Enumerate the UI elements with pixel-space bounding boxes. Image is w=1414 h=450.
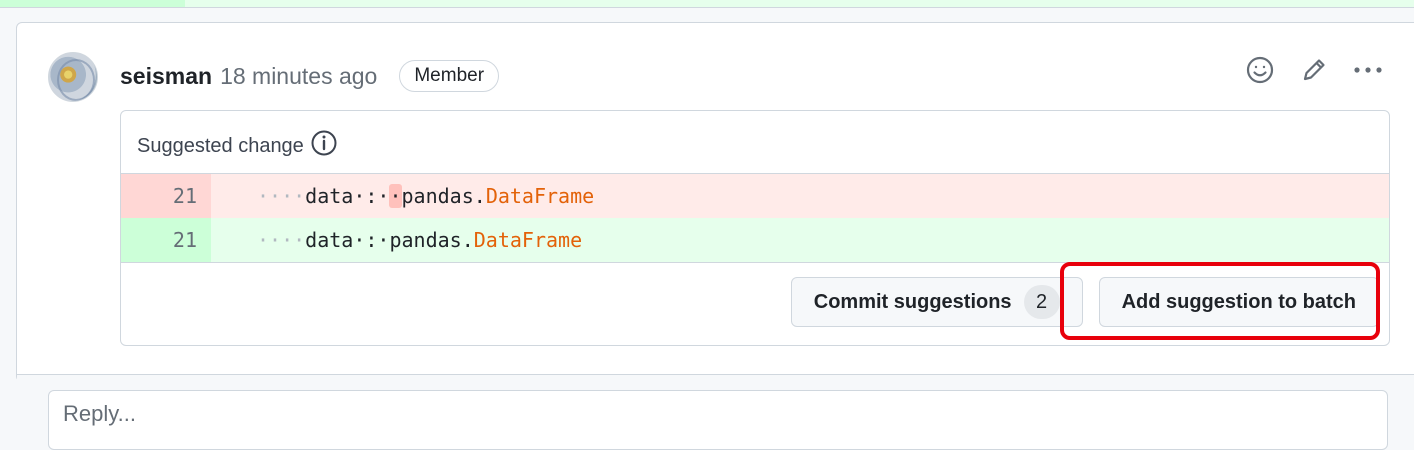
commit-suggestions-label: Commit suggestions bbox=[813, 290, 1012, 313]
role-badge: Member bbox=[399, 60, 500, 92]
commit-suggestions-button[interactable]: Commit suggestions 2 bbox=[790, 277, 1083, 327]
suggested-change-header: Suggested change bbox=[137, 129, 338, 163]
kebab-menu-icon[interactable] bbox=[1352, 54, 1384, 86]
avatar[interactable] bbox=[48, 52, 98, 102]
diff-row-removed: 21 ····data·:··pandas.DataFrame bbox=[121, 174, 1389, 218]
suggestion-count-badge: 2 bbox=[1023, 285, 1060, 319]
smiley-icon[interactable] bbox=[1244, 54, 1276, 86]
comment-header: seisman 18 minutes ago Member bbox=[120, 60, 500, 92]
line-number[interactable]: 21 bbox=[121, 174, 211, 218]
previous-diff-gutter bbox=[0, 0, 185, 7]
suggestion-actions: Commit suggestions 2 Add suggestion to b… bbox=[790, 277, 1379, 327]
suggested-change-box: Suggested change 21 ····data·:··pandas.D… bbox=[120, 110, 1390, 346]
suggested-change-title: Suggested change bbox=[137, 134, 304, 157]
reply-input[interactable]: Reply... bbox=[48, 390, 1388, 450]
diff-row-added: 21 ····data·:·pandas.DataFrame bbox=[121, 218, 1389, 262]
add-suggestion-to-batch-button[interactable]: Add suggestion to batch bbox=[1098, 277, 1379, 327]
comment-timestamp[interactable]: 18 minutes ago bbox=[220, 63, 377, 90]
code-line: ····data·:·pandas.DataFrame bbox=[257, 228, 583, 252]
line-number[interactable]: 21 bbox=[121, 218, 211, 262]
pencil-icon[interactable] bbox=[1298, 54, 1330, 86]
suggestion-diff: 21 ····data·:··pandas.DataFrame 21 ····d… bbox=[121, 173, 1389, 263]
info-icon[interactable] bbox=[310, 129, 338, 163]
comment-actions bbox=[1244, 54, 1384, 86]
previous-diff-strip bbox=[0, 0, 1414, 8]
author-name[interactable]: seisman bbox=[120, 63, 212, 90]
code-line: ····data·:··pandas.DataFrame bbox=[257, 184, 595, 208]
